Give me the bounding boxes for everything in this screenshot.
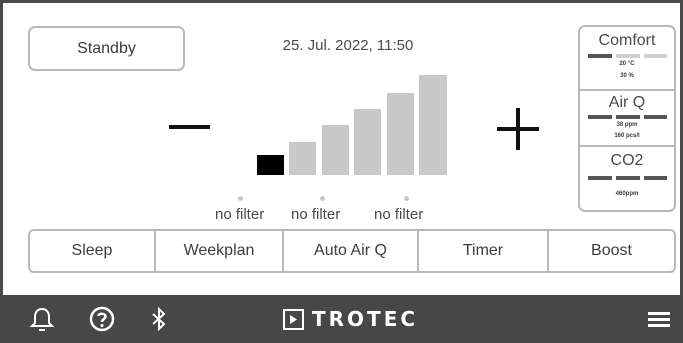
logo-mark-icon <box>283 308 304 330</box>
comfort-title: Comfort <box>598 32 656 49</box>
mode-sleep-button[interactable]: Sleep <box>30 231 156 271</box>
device-screen: Standby 25. Jul. 2022, 11:50 no filter n… <box>0 0 683 343</box>
sensor-panel: Comfort 20 °C 30 % Air Q 38 ppm 160 pcs/… <box>578 25 676 212</box>
co2-ppm: 460ppm <box>615 191 639 197</box>
mode-timer-button[interactable]: Timer <box>419 231 549 271</box>
comfort-indicator-3 <box>644 54 667 58</box>
level-bar-2[interactable] <box>289 142 316 175</box>
decrease-level-button[interactable] <box>163 107 217 147</box>
brand-name: TROTEC <box>312 307 419 331</box>
standby-button[interactable]: Standby <box>28 26 185 71</box>
level-bar-4[interactable] <box>354 109 381 175</box>
menu-icon[interactable] <box>645 305 673 333</box>
mode-timer-label: Timer <box>462 242 504 259</box>
brand-logo: TROTEC <box>283 307 419 331</box>
increase-level-button[interactable] <box>497 108 539 150</box>
airq-indicator-1 <box>588 115 612 119</box>
comfort-temperature: 20 °C <box>619 61 635 67</box>
level-bar-1[interactable] <box>257 155 284 175</box>
footer-bar: TROTEC <box>0 295 683 343</box>
airq-title: Air Q <box>608 94 646 111</box>
airq-indicator-3 <box>644 115 667 119</box>
level-bar-3[interactable] <box>322 125 349 175</box>
airq-ppm: 38 ppm <box>616 122 638 128</box>
mode-auto-airq-label: Auto Air Q <box>314 242 387 259</box>
co2-title: CO2 <box>610 152 644 169</box>
mode-bar: Sleep Weekplan Auto Air Q Timer Boost <box>28 229 676 273</box>
filter-dot-3 <box>404 196 409 201</box>
comfort-indicator-2 <box>616 54 640 58</box>
comfort-indicator-1 <box>588 54 612 58</box>
airq-particles: 160 pcs/l <box>614 133 640 139</box>
airq-card[interactable]: Air Q 38 ppm 160 pcs/l <box>580 91 674 145</box>
co2-indicator-1 <box>588 176 612 180</box>
comfort-humidity: 30 % <box>620 73 634 79</box>
filter-label-3: no filter <box>374 206 424 223</box>
airq-indicator-2 <box>616 115 640 119</box>
mode-boost-label: Boost <box>591 242 632 259</box>
mode-weekplan-button[interactable]: Weekplan <box>156 231 284 271</box>
level-bar-5[interactable] <box>387 93 414 175</box>
filter-label-1: no filter <box>215 206 265 223</box>
mode-weekplan-label: Weekplan <box>183 242 255 259</box>
co2-card[interactable]: CO2 460ppm <box>580 147 674 210</box>
filter-dot-1 <box>238 196 243 201</box>
comfort-card[interactable]: Comfort 20 °C 30 % <box>580 27 674 89</box>
level-bar-6[interactable] <box>419 75 447 175</box>
filter-label-2: no filter <box>291 206 341 223</box>
co2-indicator-2 <box>616 176 640 180</box>
bluetooth-icon[interactable] <box>145 305 173 333</box>
mode-auto-airq-button[interactable]: Auto Air Q <box>284 231 419 271</box>
plus-icon-v <box>516 108 520 150</box>
minus-icon <box>169 125 210 129</box>
bell-icon[interactable] <box>28 305 56 333</box>
standby-label: Standby <box>77 39 136 57</box>
mode-boost-button[interactable]: Boost <box>549 231 674 271</box>
co2-indicator-3 <box>644 176 667 180</box>
date-time: 25. Jul. 2022, 11:50 <box>282 37 414 54</box>
mode-sleep-label: Sleep <box>71 242 113 259</box>
filter-dot-2 <box>320 196 325 201</box>
help-icon[interactable] <box>88 305 116 333</box>
